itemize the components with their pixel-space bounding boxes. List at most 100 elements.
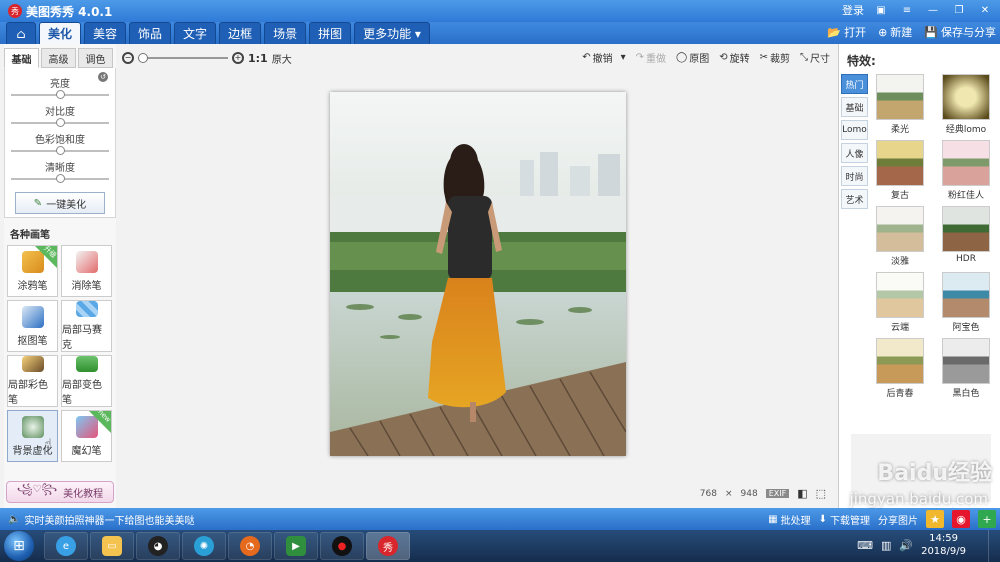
subtab-basic[interactable]: 基础 bbox=[4, 48, 39, 68]
save-share-button[interactable]: 💾 保存与分享 bbox=[924, 24, 996, 40]
effect-hdr[interactable]: HDR bbox=[937, 206, 995, 267]
one-key-beautify-button[interactable]: ✎ 一键美化 bbox=[15, 192, 105, 214]
category-basic[interactable]: 基础 bbox=[841, 97, 868, 117]
minimize-icon[interactable]: — bbox=[924, 2, 942, 18]
brightness-slider[interactable] bbox=[11, 90, 109, 100]
zoom-slider[interactable] bbox=[138, 53, 228, 63]
open-button[interactable]: 📂 打开 bbox=[827, 24, 866, 40]
taskbar-app-qq[interactable]: ◕ bbox=[136, 532, 180, 560]
tab-more[interactable]: 更多功能 ▾ bbox=[354, 22, 430, 44]
mosaic-brush-button[interactable]: 局部马赛克 bbox=[61, 300, 112, 352]
background-blur-button[interactable]: 背景虚化 ☝ bbox=[7, 410, 58, 462]
category-fashion[interactable]: 时尚 bbox=[841, 166, 868, 186]
crop-button[interactable]: ✂ 裁剪 bbox=[760, 50, 790, 65]
category-art[interactable]: 艺术 bbox=[841, 189, 868, 209]
effect-after-youth[interactable]: 后青春 bbox=[871, 338, 929, 399]
effect-soft-light[interactable]: 柔光 bbox=[871, 74, 929, 135]
effect-vintage[interactable]: 复古 bbox=[871, 140, 929, 201]
redo-button[interactable]: ↷ 重做 bbox=[636, 50, 666, 65]
tab-accessories[interactable]: 饰品 bbox=[129, 22, 172, 44]
speaker-icon[interactable]: 🔈 bbox=[8, 514, 20, 525]
tab-home[interactable]: ⌂ bbox=[6, 22, 36, 44]
undo-icon: ↶ bbox=[582, 52, 591, 63]
share-image-button[interactable]: 分享图片 bbox=[878, 512, 918, 527]
magic-brush-button[interactable]: new 魔幻笔 bbox=[61, 408, 112, 462]
zoom-out-icon[interactable]: − bbox=[122, 52, 134, 64]
work-area: 基础 高级 调色 ↺ 亮度 对比度 色彩饱和度 清晰度 ✎ 一键美化 各种画笔 … bbox=[0, 44, 1000, 508]
effect-cloud[interactable]: 云端 bbox=[871, 272, 929, 333]
subtab-advanced[interactable]: 高级 bbox=[41, 48, 76, 68]
taskbar-app-explorer[interactable]: ▭ bbox=[90, 532, 134, 560]
download-manager-button[interactable]: ⬇ 下载管理 bbox=[819, 512, 870, 527]
effect-thumbnail bbox=[942, 206, 990, 252]
undo-button[interactable]: ↶ 撤销 ▾ bbox=[582, 50, 625, 65]
subtab-color[interactable]: 调色 bbox=[78, 48, 113, 68]
chevron-down-icon[interactable]: ▾ bbox=[621, 52, 626, 63]
tab-text[interactable]: 文字 bbox=[174, 22, 217, 44]
sharpness-slider[interactable] bbox=[11, 174, 109, 184]
saturation-slider[interactable] bbox=[11, 146, 109, 156]
reset-icon[interactable]: ↺ bbox=[98, 72, 108, 82]
new-button[interactable]: ⊕ 新建 bbox=[878, 24, 912, 40]
taskbar-app-media[interactable]: ▶ bbox=[274, 532, 318, 560]
weibo-icon[interactable]: ◉ bbox=[952, 510, 970, 528]
tab-scene[interactable]: 场景 bbox=[264, 22, 307, 44]
effect-thumbnail bbox=[876, 140, 924, 186]
zoom-slider-handle[interactable] bbox=[138, 53, 148, 63]
compare-icon[interactable]: ◧ bbox=[797, 487, 807, 500]
tab-collage[interactable]: 拼图 bbox=[309, 22, 352, 44]
message-icon[interactable]: ▣ bbox=[872, 2, 890, 18]
settings-icon[interactable]: ≡ bbox=[898, 2, 916, 18]
rotate-button[interactable]: ⟲ 旋转 bbox=[719, 50, 749, 65]
star-icon[interactable]: ★ bbox=[926, 510, 944, 528]
taskbar-app-recorder[interactable]: ● bbox=[320, 532, 364, 560]
firefox-icon: ◔ bbox=[240, 536, 260, 556]
taskbar-app-video[interactable]: ✺ bbox=[182, 532, 226, 560]
effect-black-white[interactable]: 黑白色 bbox=[937, 338, 995, 399]
resize-button[interactable]: ⤡ 尺寸 bbox=[800, 50, 830, 65]
promo-marquee[interactable]: 实时美颜拍照神器一下给图也能美美哒 bbox=[24, 512, 194, 527]
exif-button[interactable]: EXIF bbox=[765, 489, 790, 498]
beautify-tutorial-button[interactable]: ꧁♡꧂ 美化教程 bbox=[6, 481, 114, 503]
maximize-icon[interactable]: ❐ bbox=[950, 2, 968, 18]
film-reel-icon: ✺ bbox=[194, 536, 214, 556]
tab-frame[interactable]: 边框 bbox=[219, 22, 262, 44]
network-icon[interactable]: ▥ bbox=[881, 539, 891, 552]
taskbar-app-firefox[interactable]: ◔ bbox=[228, 532, 272, 560]
show-desktop-button[interactable] bbox=[988, 530, 1000, 562]
effect-abao-color[interactable]: 阿宝色 bbox=[937, 272, 995, 333]
adjust-sliders: ↺ 亮度 对比度 色彩饱和度 清晰度 ✎ 一键美化 bbox=[4, 68, 116, 218]
contrast-slider[interactable] bbox=[11, 118, 109, 128]
zoom-in-icon[interactable]: + bbox=[232, 52, 244, 64]
category-lomo[interactable]: Lomo bbox=[841, 120, 868, 140]
login-link[interactable]: 登录 bbox=[842, 2, 864, 18]
original-image-button[interactable]: ◯ 原图 bbox=[676, 50, 709, 65]
folder-icon: 📂 bbox=[827, 25, 842, 39]
plus-icon[interactable]: + bbox=[978, 510, 996, 528]
fit-icon[interactable]: ⬚ bbox=[816, 487, 826, 500]
volume-icon[interactable]: 🔊 bbox=[899, 539, 913, 552]
doodle-brush-button[interactable]: 升级 涂鸦笔 bbox=[7, 244, 58, 297]
taskbar-app-ie[interactable]: e bbox=[44, 532, 88, 560]
eraser-brush-button[interactable]: 消除笔 bbox=[61, 245, 112, 297]
effect-elegant[interactable]: 淡雅 bbox=[871, 206, 929, 267]
taskbar-app-meitu[interactable]: 秀 bbox=[366, 532, 410, 560]
color-change-brush-button[interactable]: 局部变色笔 bbox=[61, 355, 112, 407]
cutout-brush-button[interactable]: 抠图笔 bbox=[7, 300, 58, 352]
effect-classic-lomo[interactable]: 经典lomo bbox=[937, 74, 995, 135]
os-taskbar: ⊞ e ▭ ◕ ✺ ◔ ▶ ● 秀 ⌨ ▥ 🔊 14:59 2018/9/9 bbox=[0, 530, 1000, 562]
original-size-button[interactable]: 原大 bbox=[272, 51, 292, 66]
keyboard-icon[interactable]: ⌨ bbox=[857, 539, 873, 552]
category-hot[interactable]: 热门 bbox=[841, 74, 868, 94]
actual-size-button[interactable]: 1:1 bbox=[248, 52, 268, 65]
effect-pink-lady[interactable]: 粉红佳人 bbox=[937, 140, 995, 201]
tab-beauty[interactable]: 美容 bbox=[84, 22, 127, 44]
start-button[interactable]: ⊞ bbox=[4, 531, 34, 561]
tab-beautify[interactable]: 美化 bbox=[39, 22, 82, 44]
batch-process-button[interactable]: ▦ 批处理 bbox=[768, 512, 810, 527]
close-icon[interactable]: ✕ bbox=[976, 2, 994, 18]
system-clock[interactable]: 14:59 2018/9/9 bbox=[921, 532, 966, 558]
app-logo-icon: 秀 bbox=[8, 4, 22, 18]
category-portrait[interactable]: 人像 bbox=[841, 143, 868, 163]
local-color-brush-button[interactable]: 局部彩色笔 bbox=[7, 355, 58, 407]
